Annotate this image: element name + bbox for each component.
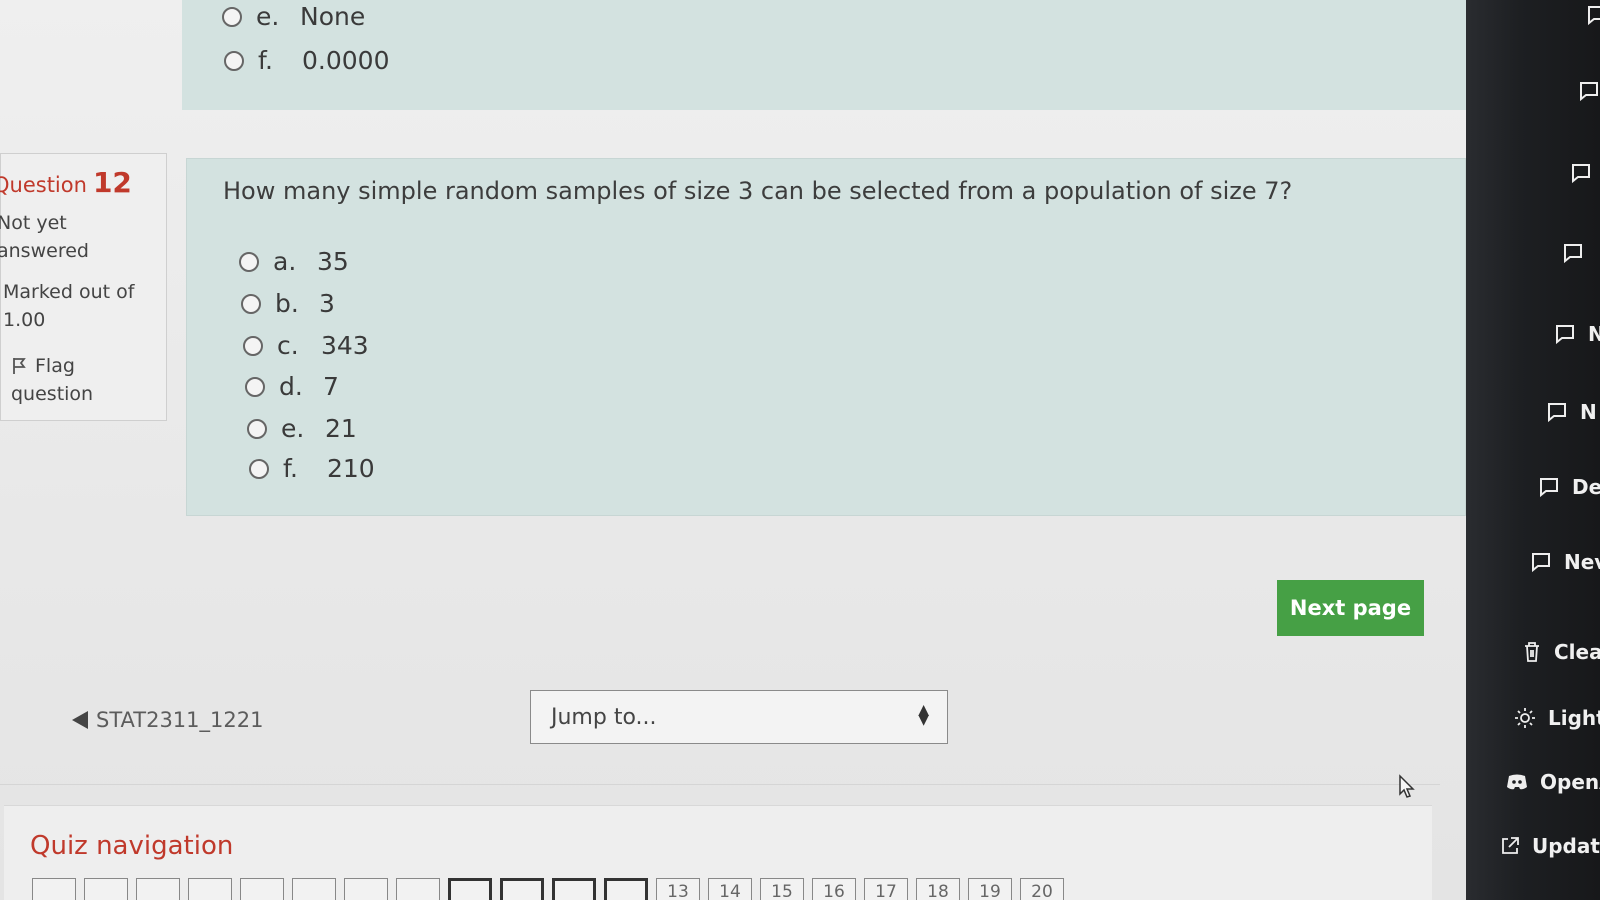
question-info-box: Question 12 Not yet answered Marked out o… <box>0 153 167 421</box>
quiz-nav-button[interactable]: 13 <box>656 878 700 900</box>
discord-icon <box>1507 774 1527 790</box>
next-page-button[interactable]: Next page <box>1277 580 1424 636</box>
main-area: e. None f. 0.0000 Question 12 Not yet ans… <box>0 0 1468 900</box>
quiz-nav-button[interactable] <box>136 878 180 900</box>
quiz-nav-button[interactable] <box>552 878 596 900</box>
answer-option[interactable]: f. 0.0000 <box>224 46 389 75</box>
quiz-nav-button[interactable]: 17 <box>864 878 908 900</box>
openai-discord-link[interactable]: OpenA <box>1506 770 1600 794</box>
quiz-nav-button[interactable] <box>292 878 336 900</box>
quiz-navigation-block: Quiz navigation 13 14 15 16 17 18 19 20 <box>4 805 1432 900</box>
chat-bubble-icon <box>1588 6 1600 26</box>
triangle-left-icon <box>72 711 88 729</box>
sidebar-item[interactable]: N <box>1554 322 1600 346</box>
quiz-nav-button[interactable] <box>32 878 76 900</box>
answer-option[interactable]: d. 7 <box>245 372 339 401</box>
quiz-nav-button-current[interactable] <box>604 878 648 900</box>
sidebar-item[interactable] <box>1578 80 1600 102</box>
updates-link[interactable]: Update <box>1500 834 1600 858</box>
radio-button[interactable] <box>224 50 244 71</box>
chat-bubble-icon <box>1564 244 1582 264</box>
quiz-navigation-buttons: 13 14 15 16 17 18 19 20 <box>32 878 1064 900</box>
clear-button[interactable]: Clear <box>1522 640 1600 664</box>
answer-option[interactable]: c. 343 <box>243 331 369 360</box>
answer-option[interactable]: e. None <box>222 2 365 31</box>
previous-question-answers: e. None f. 0.0000 <box>182 0 1468 110</box>
quiz-nav-button[interactable]: 16 <box>812 878 856 900</box>
quiz-nav-button[interactable]: 20 <box>1020 878 1064 900</box>
quiz-nav-button[interactable]: 14 <box>708 878 752 900</box>
answer-option[interactable]: f. 210 <box>249 454 375 483</box>
chat-bubble-icon <box>1548 403 1566 423</box>
radio-button[interactable] <box>245 376 265 397</box>
chat-bubble-icon <box>1532 553 1550 573</box>
answer-option[interactable]: a. 35 <box>239 247 349 276</box>
right-sidebar: N N De Nev Clear Light OpenA Update <box>1466 0 1600 900</box>
sidebar-item[interactable]: Nev <box>1530 550 1600 574</box>
radio-button[interactable] <box>243 335 263 356</box>
radio-button[interactable] <box>241 293 261 314</box>
radio-button[interactable] <box>239 251 259 272</box>
light-mode-button[interactable]: Light <box>1514 706 1600 730</box>
quiz-nav-button[interactable]: 19 <box>968 878 1012 900</box>
chat-bubble-icon <box>1572 164 1590 184</box>
chat-bubble-icon <box>1556 325 1574 345</box>
radio-button[interactable] <box>222 6 242 27</box>
question-panel: How many simple random samples of size 3… <box>186 158 1466 516</box>
quiz-nav-button[interactable] <box>84 878 128 900</box>
sidebar-item[interactable] <box>1562 242 1596 264</box>
quiz-nav-button[interactable] <box>344 878 388 900</box>
chat-bubble-icon <box>1540 478 1558 498</box>
quiz-nav-button[interactable] <box>500 878 544 900</box>
sidebar-item[interactable]: N <box>1546 400 1597 424</box>
quiz-nav-button[interactable]: 15 <box>760 878 804 900</box>
divider <box>0 784 1440 785</box>
sidebar-item[interactable] <box>1586 4 1600 26</box>
previous-activity-link[interactable]: STAT2311_1221 <box>72 708 263 732</box>
trash-icon <box>1525 642 1539 662</box>
quiz-nav-button[interactable] <box>188 878 232 900</box>
answer-option[interactable]: e. 21 <box>247 414 357 443</box>
mouse-cursor-icon <box>1399 774 1415 798</box>
question-number-label: Question 12 <box>0 166 132 199</box>
question-status: Not yet answered <box>0 212 89 262</box>
radio-button[interactable] <box>247 418 267 439</box>
quiz-navigation-title: Quiz navigation <box>30 831 234 861</box>
flag-question-link[interactable]: Flag question <box>11 352 93 408</box>
sun-icon <box>1515 708 1535 728</box>
chat-bubble-icon <box>1580 82 1598 102</box>
quiz-nav-button[interactable] <box>396 878 440 900</box>
quiz-nav-button[interactable]: 18 <box>916 878 960 900</box>
quiz-nav-button[interactable] <box>240 878 284 900</box>
select-arrows-icon: ▲ ▼ <box>918 702 929 728</box>
question-text: How many simple random samples of size 3… <box>223 177 1293 205</box>
external-link-icon <box>1502 837 1519 854</box>
jump-to-select[interactable]: Jump to... ▲ ▼ <box>530 690 948 744</box>
question-marks: Marked out of 1.00 <box>3 281 135 331</box>
sidebar-item[interactable]: De <box>1538 475 1600 499</box>
radio-button[interactable] <box>249 458 269 479</box>
flag-icon <box>13 358 26 374</box>
sidebar-item[interactable] <box>1570 162 1600 184</box>
answer-option[interactable]: b. 3 <box>241 289 335 318</box>
quiz-nav-button[interactable] <box>448 878 492 900</box>
